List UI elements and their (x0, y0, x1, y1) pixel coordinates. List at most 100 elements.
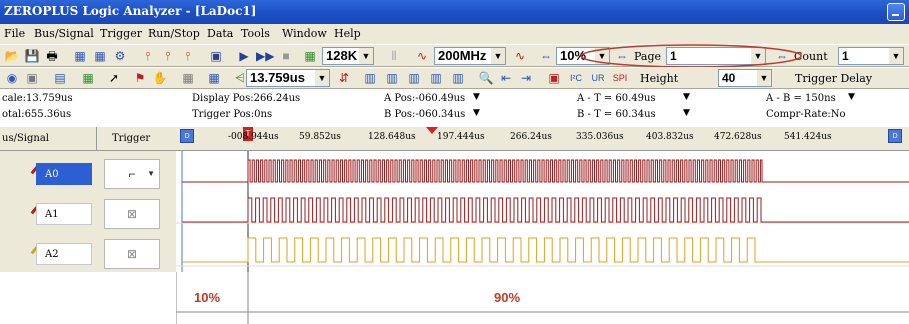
compress-icon[interactable]: ⇵ (336, 70, 352, 86)
b-pos-readout: B Pos:-060.34us (384, 109, 466, 120)
sample-rate-select[interactable]: 200MHz ▼ (434, 47, 506, 65)
find-icon[interactable]: 🔍 (478, 70, 494, 86)
marker-icon[interactable]: ⚑ (132, 70, 148, 86)
save-icon[interactable]: 💾 (24, 48, 40, 64)
channel-row-a2[interactable]: A2 ⊠ (0, 233, 176, 273)
channel-row-a1[interactable]: A1 ⊠ (0, 193, 176, 233)
post-trigger-percent: 90% (494, 290, 521, 305)
scale-readout: cale:13.759us (2, 93, 73, 104)
bar-icon-4[interactable]: ▥ (428, 70, 444, 86)
next-icon[interactable]: ⇥ (518, 70, 534, 86)
pointer-icon[interactable]: ➚ (106, 70, 122, 86)
trigger-position-annotation: 10% 90% (176, 272, 909, 324)
channel-header: us/Signal Trigger (0, 127, 176, 151)
status-panel: cale:13.759us otal:655.36us Display Pos:… (0, 89, 909, 127)
ruler-tick: 403.832us (646, 132, 694, 142)
count-select[interactable]: 1 ▼ (838, 47, 904, 65)
menu-window[interactable]: Window (282, 27, 327, 40)
page-start-icon[interactable]: D (180, 129, 194, 143)
hand-icon[interactable]: ✋ (152, 70, 168, 86)
trigger-pattern-icon[interactable]: ⫯ (160, 48, 176, 64)
height-select[interactable]: 40 ▼ (718, 69, 772, 87)
layout-icon[interactable]: ▤ (52, 70, 68, 86)
bus-icon[interactable]: ▦ (72, 48, 88, 64)
a-minus-b-dropdown-icon[interactable]: ▼ (848, 92, 855, 102)
page-end-icon[interactable]: D (888, 129, 902, 143)
external-clock-icon[interactable]: ⫴ (386, 48, 402, 64)
minimize-button[interactable] (887, 3, 905, 21)
signal-header: us/Signal (2, 133, 49, 144)
b-pos-dropdown-icon[interactable]: ▼ (473, 108, 480, 118)
annotation-lines (176, 272, 909, 324)
signal-name-a2[interactable]: A2 (36, 243, 92, 265)
minimize-icon (892, 14, 899, 16)
a-minus-t-dropdown-icon[interactable]: ▼ (683, 92, 690, 102)
signal-name-a1[interactable]: A1 (36, 203, 92, 225)
trigger-pos-readout: Trigger Pos:0ns (192, 109, 273, 120)
run-icon[interactable]: ▶ (236, 48, 252, 64)
trigger-dontcare-a1[interactable]: ⊠ (104, 199, 160, 229)
ruler-tick: 472.628us (714, 132, 762, 142)
uart-icon[interactable]: UR (590, 70, 606, 86)
menu-file[interactable]: File (4, 27, 25, 40)
trigger-condition-icon[interactable]: ⫯ (180, 48, 196, 64)
time-scale-select[interactable]: 13.759us ▼ (246, 69, 330, 87)
trigger-edge-select-a0[interactable]: ⌐ ▼ (104, 159, 160, 189)
bar-icon-2[interactable]: ▥ (384, 70, 400, 86)
waveform-icon[interactable]: ∿ (512, 48, 528, 64)
menu-tools[interactable]: Tools (241, 27, 270, 40)
doc-icon[interactable]: ▣ (208, 48, 224, 64)
a-minus-t-readout: A - T = 60.49us (577, 93, 656, 104)
chart-icon[interactable]: ▦ (206, 70, 222, 86)
signal-icon[interactable]: ⚙ (112, 48, 128, 64)
config-icon[interactable]: ▣ (24, 70, 40, 86)
chevron-down-icon: ▼ (889, 48, 903, 64)
trigger-header: Trigger (112, 133, 151, 144)
calendar-icon[interactable]: ▦ (180, 70, 196, 86)
chevron-down-icon: ▼ (315, 70, 329, 86)
bus-edit-icon[interactable]: ▦ (92, 48, 108, 64)
trigger-dontcare-a2[interactable]: ⊠ (104, 239, 160, 269)
report-icon[interactable]: ▣ (546, 70, 562, 86)
b-minus-t-dropdown-icon[interactable]: ▼ (683, 108, 690, 118)
nav-icon[interactable]: ◉ (4, 70, 20, 86)
spi-icon[interactable]: SPI (612, 70, 628, 86)
bar-icon-3[interactable]: ▥ (406, 70, 422, 86)
menu-data[interactable]: Data (207, 27, 233, 40)
menu-bus-signal[interactable]: Bus/Signal (34, 27, 94, 40)
ruler-tick: 197.444us (437, 132, 485, 142)
trigger-edge-icon[interactable]: ⫯ (140, 48, 156, 64)
ruler-tick: 128.648us (368, 132, 416, 142)
bar-icon-5[interactable]: ▥ (450, 70, 466, 86)
run-repeat-icon[interactable]: ▶▶ (256, 48, 274, 64)
open-icon[interactable]: 📂 (4, 48, 20, 64)
ruler-tick: -008.944us (228, 132, 279, 142)
print-icon[interactable]: 🖶 (44, 48, 60, 64)
total-readout: otal:655.36us (2, 109, 72, 120)
i2c-icon[interactable]: I²C (568, 70, 584, 86)
ruler-tick: 335.036us (576, 132, 624, 142)
trigger-delay-label: Trigger Delay (795, 72, 873, 85)
a-pos-dropdown-icon[interactable]: ▼ (473, 92, 480, 102)
highlight-ellipse (580, 44, 802, 68)
channel-row-a0[interactable]: A0 ⌐ ▼ (0, 153, 176, 193)
menu-run-stop[interactable]: Run/Stop (148, 27, 200, 40)
chevron-down-icon: ▼ (359, 48, 373, 64)
b-minus-t-readout: B - T = 60.34us (577, 109, 656, 120)
menu-bar: File Bus/Signal Trigger Run/Stop Data To… (0, 24, 909, 44)
memory-depth-select[interactable]: 128K ▼ (322, 47, 374, 65)
sample-rate-icon: ∿ (416, 49, 428, 63)
bar-icon-1[interactable]: ▥ (362, 70, 378, 86)
window-title: ZEROPLUS Logic Analyzer - [LaDoc1] (4, 4, 257, 18)
chevron-down-icon: ▼ (147, 169, 155, 178)
dont-care-icon: ⊠ (126, 247, 138, 261)
time-ruler[interactable]: D T D -008.944us 59.852us 128.648us 197.… (176, 127, 909, 151)
menu-help[interactable]: Help (334, 27, 361, 40)
stop-icon[interactable]: ■ (278, 48, 294, 64)
prev-icon[interactable]: ⇤ (498, 70, 514, 86)
a-minus-b-readout: A - B = 150ns (766, 93, 836, 104)
grid-icon[interactable]: ▦ (80, 70, 96, 86)
signal-name-a0[interactable]: A0 (36, 163, 92, 185)
chevron-down-icon: ▼ (757, 70, 771, 86)
menu-trigger[interactable]: Trigger (100, 27, 142, 40)
